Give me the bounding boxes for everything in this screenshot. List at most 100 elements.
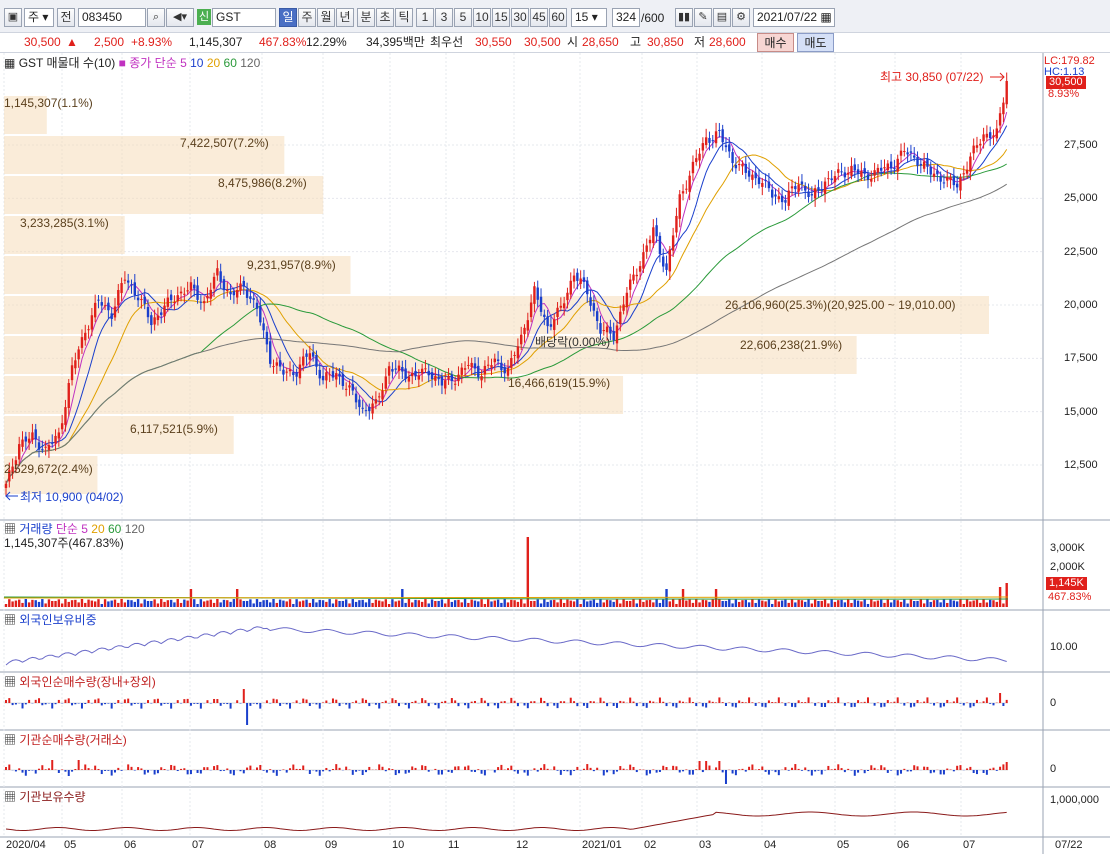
volume-bar [249, 599, 252, 607]
prev-button[interactable]: 전 [57, 8, 75, 27]
volume-bar [876, 600, 880, 607]
gear-icon[interactable]: ⚙ [732, 8, 750, 27]
inst-net-bar [705, 761, 708, 770]
foreign-net-bar [909, 703, 912, 708]
candle-body [103, 305, 107, 307]
period-second-tab[interactable]: 초 [376, 8, 394, 27]
search-icon[interactable]: ⌕ [147, 8, 165, 27]
buy-button[interactable]: 매수 [757, 33, 794, 52]
foreign-net-bar [71, 703, 74, 706]
interval-10-button[interactable]: 10 [473, 8, 491, 27]
candle-body [420, 368, 424, 374]
inst-net-bar [199, 770, 202, 774]
foreign-net-bar [992, 703, 995, 706]
stock-code-input[interactable]: 083450 [78, 8, 146, 27]
interval-15-button[interactable]: 15 [492, 8, 510, 27]
interval-30-button[interactable]: 30 [511, 8, 529, 27]
period-month-tab[interactable]: 월 [317, 8, 335, 27]
period-week-tab[interactable]: 주 [298, 8, 316, 27]
market-select[interactable]: 주 ▾ [24, 8, 54, 27]
period-year-tab[interactable]: 년 [336, 8, 354, 27]
interval-60-button[interactable]: 60 [549, 8, 567, 27]
count-input[interactable]: 324 [612, 8, 640, 27]
candle-body [879, 167, 883, 171]
interval-45-button[interactable]: 45 [530, 8, 548, 27]
volume-bar [232, 599, 236, 607]
foreign-ratio-line [5, 626, 1007, 666]
volume-bar [549, 600, 553, 607]
inst-net-bar [566, 770, 569, 772]
candle-body [662, 256, 665, 267]
price-y-tick: 12,500 [1064, 459, 1098, 471]
high-arrow-icon [990, 72, 1005, 82]
save-icon[interactable]: ▤ [713, 8, 731, 27]
candle-body [407, 376, 411, 382]
inst-net-bar [450, 770, 453, 773]
volume-bar [169, 599, 173, 607]
volume-bar [160, 599, 163, 607]
volume-bar [295, 599, 298, 607]
inst-net-bar [582, 768, 585, 770]
volume-bar [103, 599, 107, 607]
candle-body [18, 444, 21, 460]
up-arrow-icon: ▲ [66, 35, 78, 49]
chart-canvas[interactable] [0, 53, 1110, 854]
window-menu-icon[interactable]: ▣ [4, 8, 22, 27]
volume-bar [589, 600, 592, 607]
sell-button[interactable]: 매도 [797, 33, 834, 52]
inst-net-bar [21, 770, 24, 773]
candle-body [292, 372, 295, 376]
interval-1-button[interactable]: 1 [416, 8, 434, 27]
foreign-net-bar [586, 703, 589, 709]
candle-body [239, 283, 242, 291]
candle-body [503, 367, 506, 374]
chart-area[interactable]: ▦ GST 매물대 수(10) ■ 종가 단순 5 10 20 60 120 L… [0, 53, 1110, 854]
period-tick-tab[interactable]: 틱 [395, 8, 413, 27]
volume-bar [163, 601, 166, 607]
interval-input[interactable]: 15 ▾ [571, 8, 607, 27]
candle-body [628, 279, 632, 290]
volume-bar [84, 602, 87, 607]
candle-body [496, 359, 500, 361]
draw-tool-icon[interactable]: ✎ [694, 8, 712, 27]
candle-body [942, 182, 946, 184]
volume-bar [302, 600, 305, 607]
candle-type-icon[interactable]: ▮▮ [675, 8, 693, 27]
volume-bar [1002, 603, 1005, 607]
inst-net-bar [748, 766, 751, 770]
candle-body [358, 399, 361, 408]
price-y-tick: 27,500 [1064, 139, 1098, 151]
period-minute-tab[interactable]: 분 [357, 8, 375, 27]
inst-net-bar [110, 770, 113, 776]
candle-body [252, 298, 255, 300]
foreign-net-bar [952, 701, 955, 703]
interval-3-button[interactable]: 3 [435, 8, 453, 27]
foreign-net-bar [265, 700, 268, 703]
candle-body [430, 372, 434, 380]
volume-bar [305, 599, 308, 607]
volume-bar [559, 599, 563, 607]
inst-net-bar [797, 768, 800, 770]
inst-net-bar [890, 770, 893, 771]
stock-name-field[interactable]: GST [212, 8, 276, 27]
candle-body [302, 356, 305, 366]
foreign-net-bar [873, 703, 876, 706]
candle-body [982, 134, 985, 142]
speaker-icon[interactable]: ◀▾ [166, 8, 194, 27]
foreign-net-title: ▦ 외국인순매수량(장내+장외) [4, 675, 156, 689]
inst-net-bar [500, 764, 503, 770]
foreign-net-bar [21, 703, 24, 709]
candle-body [368, 407, 371, 412]
volume-bar [173, 602, 176, 607]
interval-5-button[interactable]: 5 [454, 8, 472, 27]
volume-bar [946, 602, 949, 607]
period-day-tab[interactable]: 일 [279, 8, 297, 27]
volume-bar [272, 599, 275, 607]
inst-net-bar [38, 768, 41, 770]
inst-net-bar [718, 761, 721, 770]
date-input[interactable]: 2021/07/22 ▦ [753, 8, 835, 27]
inst-net-bar [388, 768, 391, 770]
price-y-tick: 22,500 [1064, 245, 1098, 258]
candle-body [850, 165, 853, 176]
foreign-net-bar [857, 700, 860, 703]
